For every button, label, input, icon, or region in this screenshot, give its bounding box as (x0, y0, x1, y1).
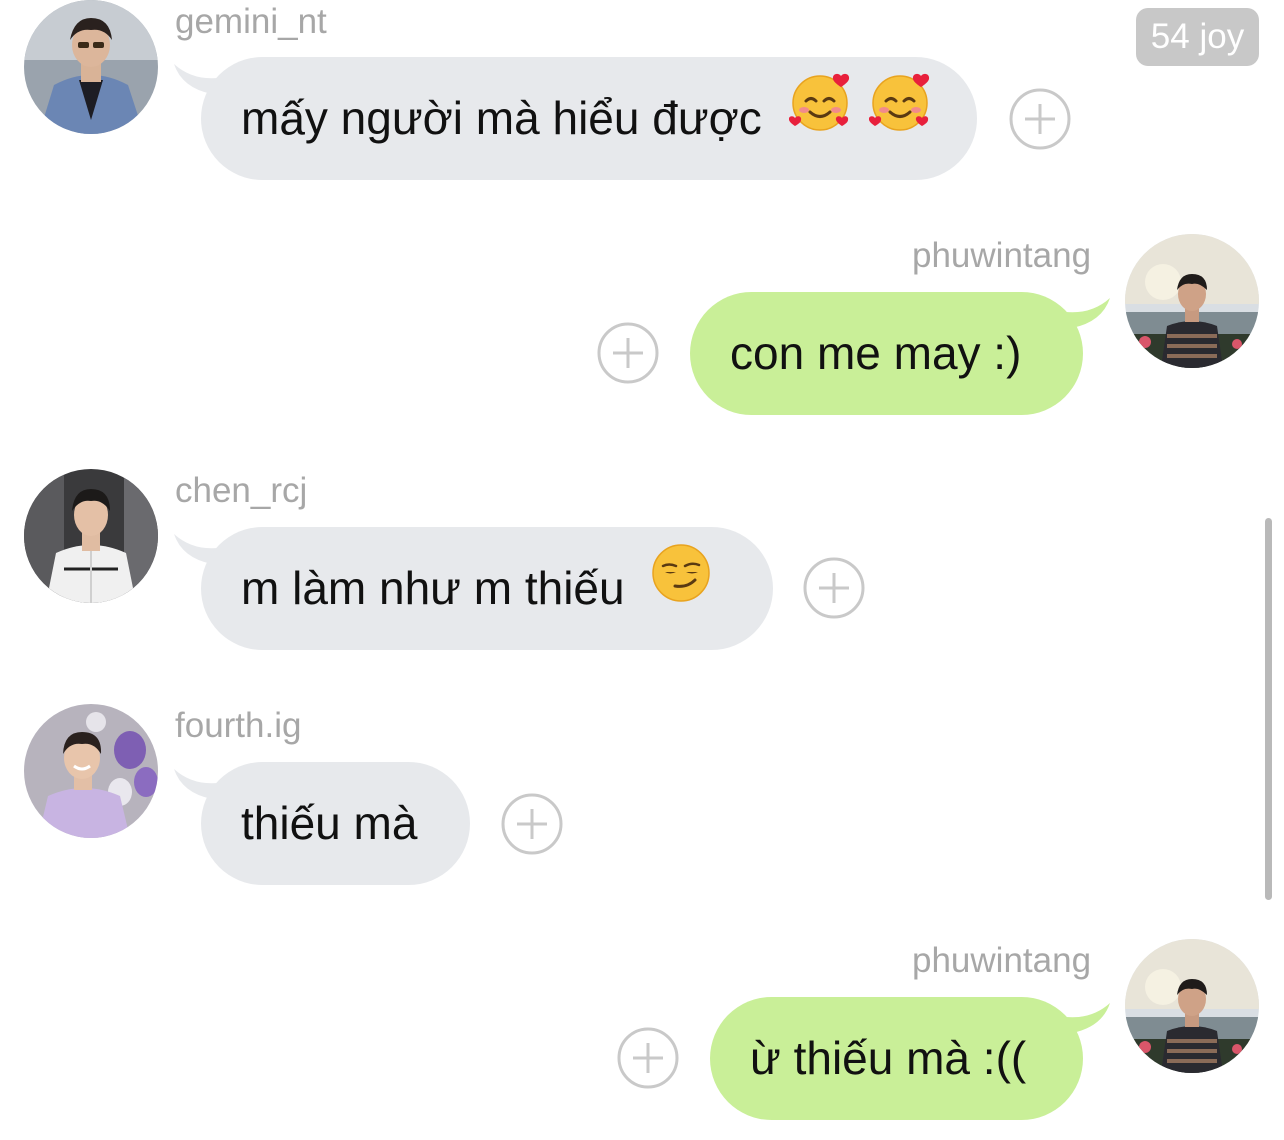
message-bubble[interactable]: thiếu mà (201, 762, 470, 885)
message-bubble[interactable]: m làm như m thiếu (201, 527, 773, 650)
avatar-phuwintang[interactable] (1125, 234, 1259, 368)
username: fourth.ig (175, 706, 302, 745)
message-bubble[interactable]: con me may :) (690, 292, 1083, 415)
username: gemini_nt (175, 2, 327, 41)
add-reaction-button[interactable] (803, 557, 865, 619)
smirking-face-icon (651, 525, 711, 648)
add-reaction-button[interactable] (501, 793, 563, 855)
smiling-face-with-hearts-icon (869, 55, 931, 178)
scrollbar[interactable] (1265, 518, 1272, 900)
add-reaction-button[interactable] (617, 1027, 679, 1089)
avatar-gemini[interactable] (24, 0, 158, 134)
avatar-image (1125, 939, 1259, 1073)
add-reaction-button[interactable] (597, 322, 659, 384)
message-text: ừ thiếu mà :(( (750, 1032, 1027, 1084)
smiling-face-with-hearts-icon (788, 55, 851, 178)
username: phuwintang (912, 236, 1092, 275)
avatar-image (24, 704, 158, 838)
message-text: con me may :) (730, 327, 1022, 379)
message-text: mấy người mà hiểu được (241, 92, 762, 144)
message-text: m làm như m thiếu (241, 562, 625, 614)
avatar-fourth[interactable] (24, 704, 158, 838)
message-text: thiếu mà (241, 797, 418, 849)
avatar-phuwintang[interactable] (1125, 939, 1259, 1073)
avatar-image (24, 469, 158, 603)
add-reaction-button[interactable] (1009, 88, 1071, 150)
username: chen_rcj (175, 471, 308, 510)
message-bubble[interactable]: ừ thiếu mà :(( (710, 997, 1083, 1120)
avatar-image (24, 0, 158, 134)
time-badge: 54 joy (1136, 8, 1259, 66)
avatar-chen[interactable] (24, 469, 158, 603)
avatar-image (1125, 234, 1259, 368)
username: phuwintang (912, 941, 1092, 980)
message-bubble[interactable]: mấy người mà hiểu được (201, 57, 977, 180)
